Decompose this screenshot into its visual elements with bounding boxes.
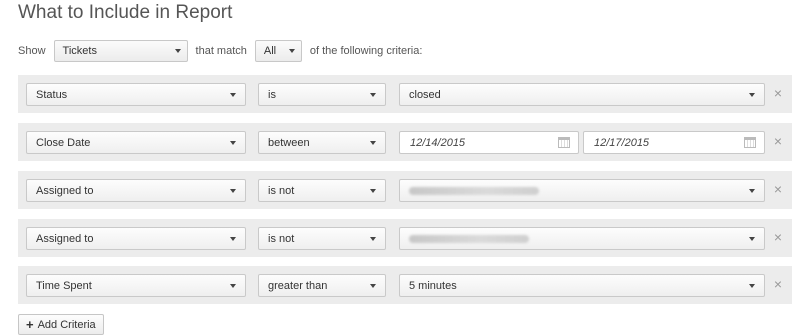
- close-icon[interactable]: ×: [772, 134, 784, 148]
- criteria-operator-value: is not: [268, 184, 295, 197]
- criteria-operator-select[interactable]: is: [258, 83, 386, 106]
- redacted-assignee: [409, 186, 539, 195]
- close-icon[interactable]: ×: [772, 182, 784, 196]
- criteria-operator-select[interactable]: greater than: [258, 274, 386, 297]
- chevron-down-icon: [749, 236, 755, 241]
- criteria-row: Assigned to is not ×: [18, 219, 792, 257]
- criteria-row: Status is closed ×: [18, 75, 792, 113]
- criteria-field-value: Status: [36, 88, 68, 101]
- chevron-down-icon: [230, 236, 236, 241]
- chevron-down-icon: [230, 140, 236, 145]
- chevron-down-icon: [230, 283, 236, 288]
- chevron-down-icon: [749, 188, 755, 193]
- criteria-value: closed: [409, 88, 441, 101]
- criteria-operator-select[interactable]: between: [258, 131, 386, 154]
- report-type-value: Tickets: [62, 45, 97, 57]
- chevron-down-icon: [370, 92, 376, 97]
- criteria-field-select[interactable]: Status: [26, 83, 246, 106]
- show-label: Show: [18, 45, 46, 57]
- calendar-icon[interactable]: [558, 137, 570, 148]
- criteria-field-select[interactable]: Close Date: [26, 131, 246, 154]
- page-title: What to Include in Report: [18, 2, 233, 23]
- match-mode-select[interactable]: All: [254, 40, 302, 62]
- chevron-down-icon: [749, 92, 755, 97]
- plus-icon: +: [26, 317, 34, 332]
- criteria-value-select[interactable]: [399, 179, 765, 202]
- chevron-down-icon: [230, 92, 236, 97]
- date-to-input[interactable]: 12/17/2015: [583, 131, 765, 154]
- criteria-field-select[interactable]: Assigned to: [26, 179, 246, 202]
- criteria-field-select[interactable]: Assigned to: [26, 227, 246, 250]
- add-criteria-button[interactable]: + Add Criteria: [18, 314, 104, 335]
- chevron-down-icon: [288, 49, 295, 53]
- criteria-operator-value: between: [268, 136, 310, 149]
- criteria-field-value: Close Date: [36, 136, 91, 149]
- criteria-operator-value: is: [268, 88, 276, 101]
- criteria-field-value: Assigned to: [36, 232, 94, 245]
- criteria-value-select[interactable]: closed: [399, 83, 765, 106]
- chevron-down-icon: [174, 49, 181, 53]
- chevron-down-icon: [749, 283, 755, 288]
- show-criteria-line: Show Tickets that match All of the follo…: [18, 40, 430, 62]
- criteria-row: Close Date between 12/14/2015 12/17/2015…: [18, 123, 792, 161]
- date-from-input[interactable]: 12/14/2015: [399, 131, 579, 154]
- criteria-label: of the following criteria:: [309, 45, 423, 57]
- criteria-field-value: Time Spent: [36, 279, 92, 292]
- criteria-row: Assigned to is not ×: [18, 171, 792, 209]
- criteria-field-value: Assigned to: [36, 184, 94, 197]
- criteria-operator-select[interactable]: is not: [258, 227, 386, 250]
- date-to-value: 12/17/2015: [594, 136, 650, 149]
- criteria-operator-value: is not: [268, 232, 295, 245]
- criteria-operator-select[interactable]: is not: [258, 179, 386, 202]
- report-type-select[interactable]: Tickets: [53, 40, 188, 62]
- match-mode-value: All: [263, 45, 277, 57]
- criteria-value-select[interactable]: 5 minutes: [399, 274, 765, 297]
- calendar-icon[interactable]: [744, 137, 756, 148]
- close-icon[interactable]: ×: [772, 230, 784, 244]
- close-icon[interactable]: ×: [772, 86, 784, 100]
- date-from-value: 12/14/2015: [410, 136, 466, 149]
- criteria-row: Time Spent greater than 5 minutes ×: [18, 266, 792, 304]
- chevron-down-icon: [370, 140, 376, 145]
- chevron-down-icon: [370, 236, 376, 241]
- criteria-field-select[interactable]: Time Spent: [26, 274, 246, 297]
- add-criteria-label: Add Criteria: [37, 318, 96, 331]
- chevron-down-icon: [230, 188, 236, 193]
- criteria-value: 5 minutes: [409, 279, 457, 292]
- redacted-assignee: [409, 234, 529, 243]
- chevron-down-icon: [370, 283, 376, 288]
- match-label: that match: [195, 45, 247, 57]
- criteria-operator-value: greater than: [268, 279, 328, 292]
- criteria-value-select[interactable]: [399, 227, 765, 250]
- close-icon[interactable]: ×: [772, 277, 784, 291]
- chevron-down-icon: [370, 188, 376, 193]
